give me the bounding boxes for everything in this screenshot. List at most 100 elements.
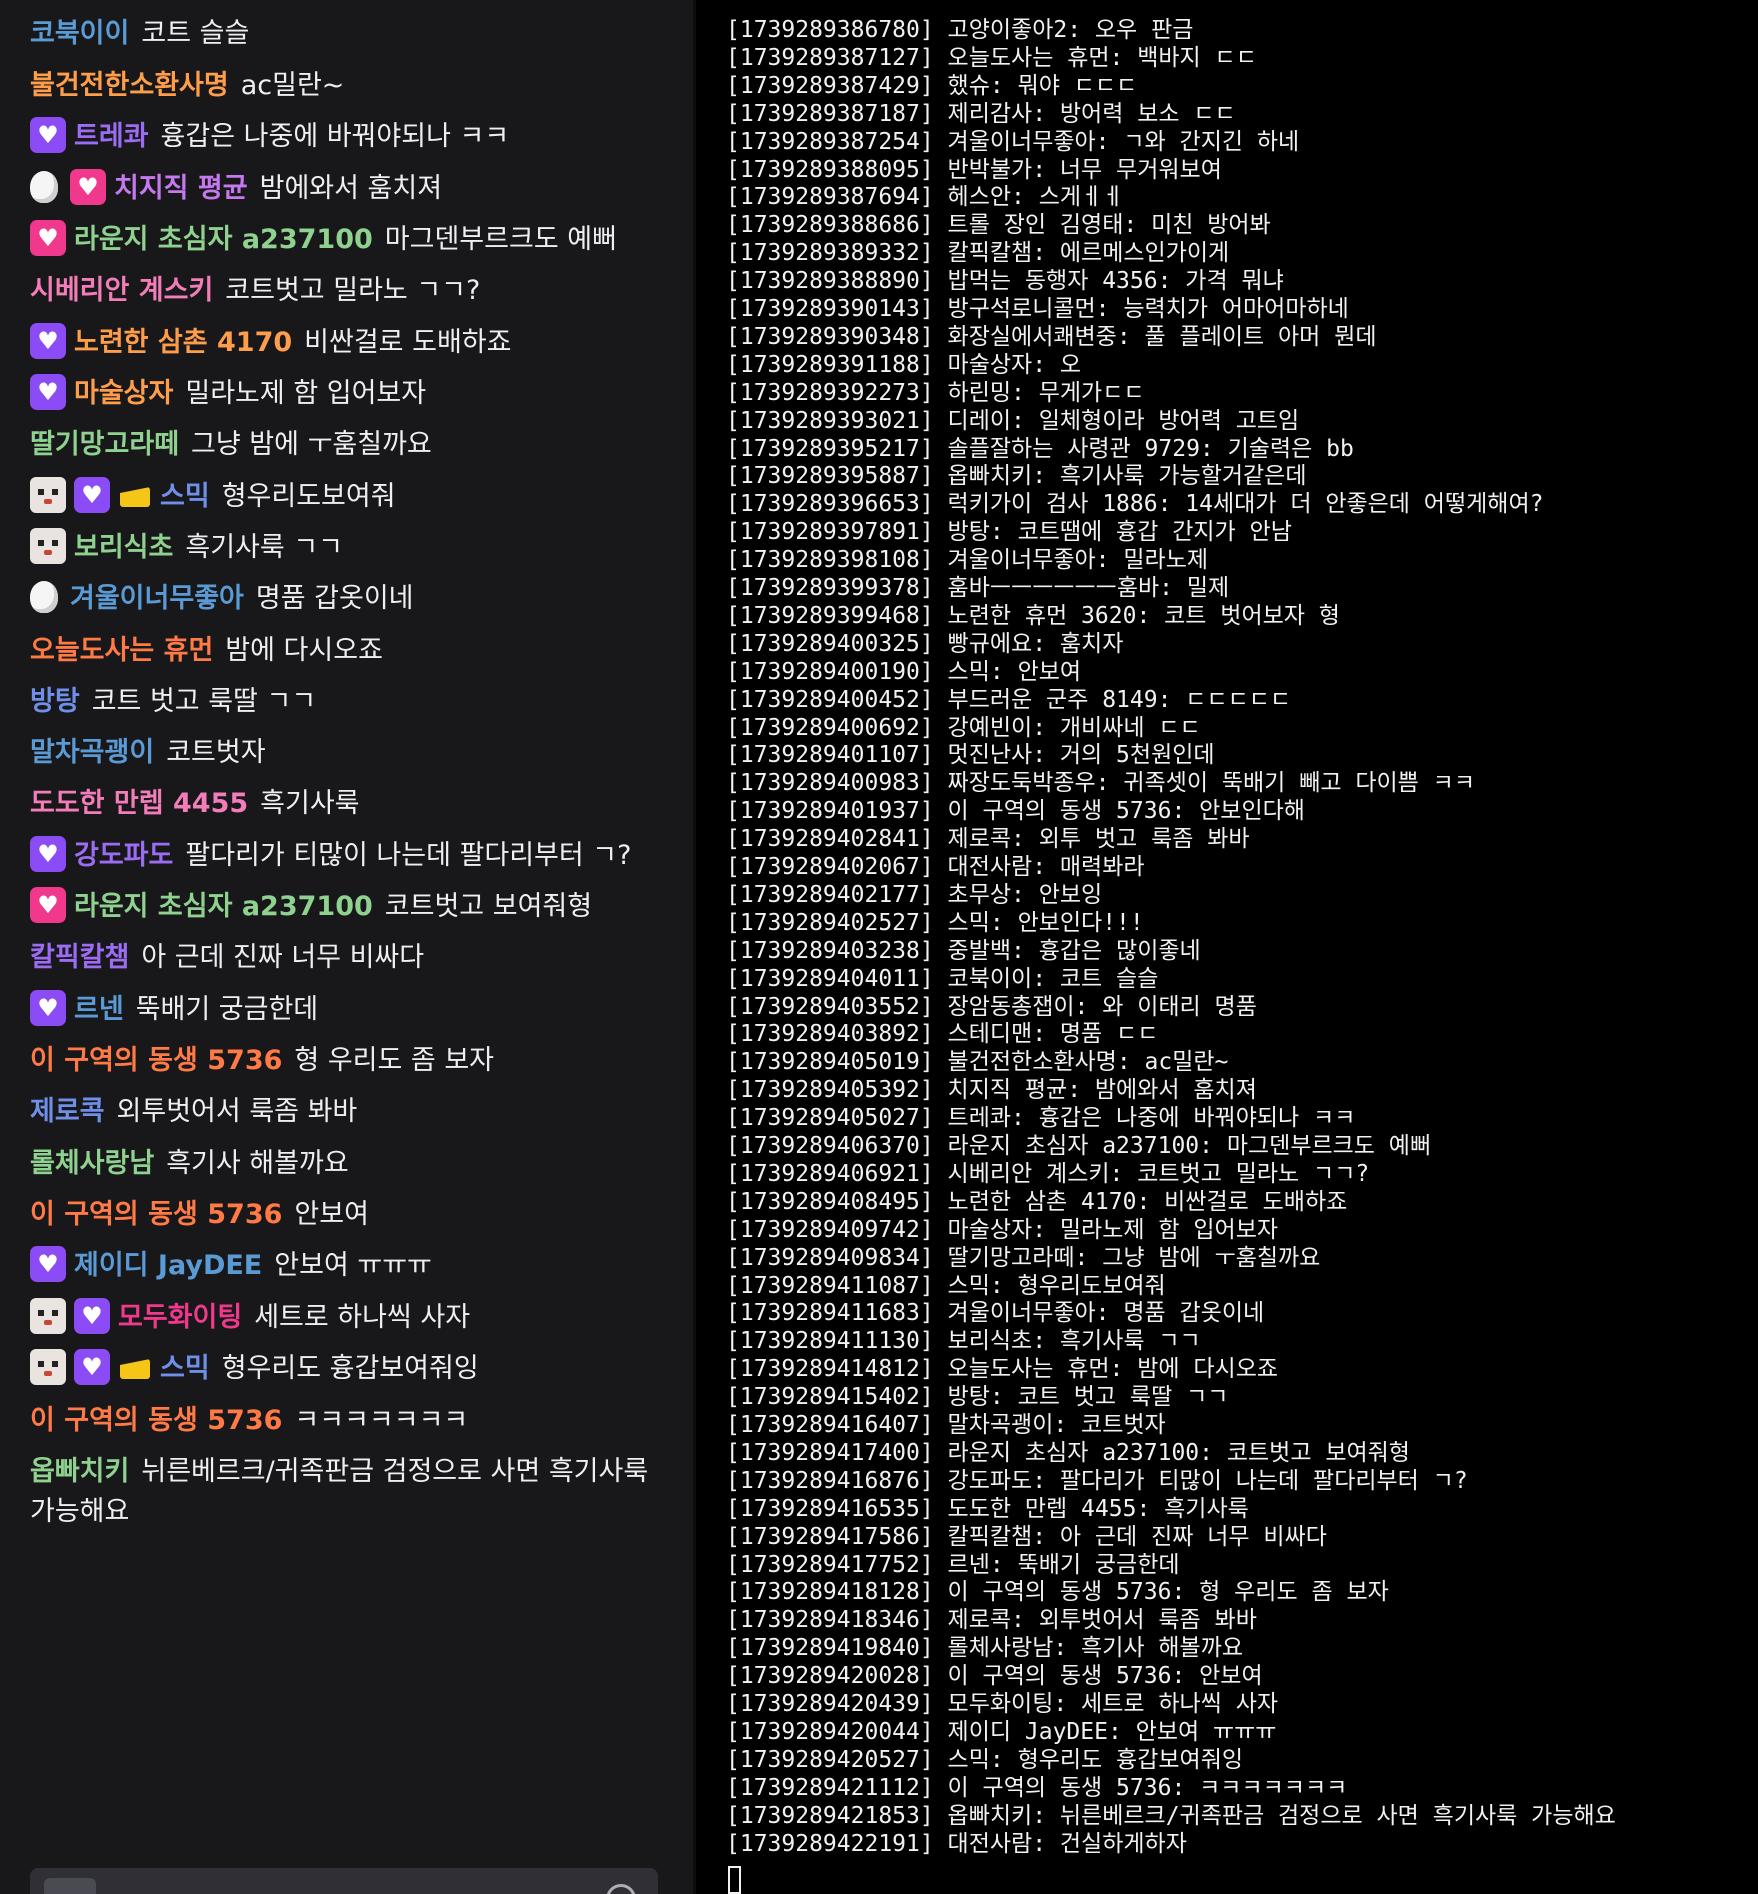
terminal-line: [1739289404011] 코북이이: 코트 슬슬 [726, 965, 1159, 992]
chat-message: 옵빠치키 뉘른베르크/귀족판금 검정으로 사면 흑기사룩 가능해요 [30, 1452, 670, 1532]
chat-message-text: 형우리도 흉갑보여줘잉 [221, 1353, 479, 1384]
chat-message: 칼픽칼챔 아 근데 진짜 너무 비싸다 [30, 938, 670, 978]
terminal-line: [1739289405027] 트레콰: 흉갑은 나중에 바꿔야되나 ㅋㅋ [726, 1105, 1356, 1132]
terminal-line: [1739289399378] 훔바ㅡㅡㅡㅡㅡㅡ훔바: 밀제 [726, 575, 1230, 601]
terminal-line: [1739289420028] 이 구역의 동생 5736: 안보여 [726, 1663, 1263, 1690]
egg-badge-icon [30, 581, 58, 613]
chat-username[interactable]: 시베리안 계스키 [30, 275, 213, 306]
terminal-line: [1739289399468] 노련한 휴먼 3620: 코트 벗어보자 형 [726, 602, 1340, 629]
terminal-panel[interactable]: [1739289386780] 고양이좋아2: 오우 판금 [1739289387… [696, 0, 1758, 1894]
terminal-line: [1739289411683] 겨울이너무좋아: 명품 갑옷이네 [726, 1300, 1265, 1327]
chat-message: ♥ 모두화이팅 세트로 하나씩 사자 [30, 1298, 670, 1338]
chat-username[interactable]: 이 구역의 동생 5736 [30, 1045, 282, 1076]
heart-icon: ♥ [77, 173, 99, 201]
heart-icon: ♥ [81, 1353, 103, 1381]
chat-username[interactable]: 말차곡괭이 [30, 737, 154, 768]
chat-message-text: 명품 갑옷이네 [255, 583, 414, 614]
heart-icon: ♥ [37, 121, 59, 149]
chat-username[interactable]: 마술상자 [74, 378, 173, 409]
cheese-wedge [120, 1359, 150, 1379]
terminal-line: [1739289417400] 라운지 초심자 a237100: 코트벗고 보여… [726, 1439, 1410, 1466]
terminal-line: [1739289417752] 르넨: 뚝배기 궁금한데 [726, 1551, 1180, 1578]
chat-message-text: 코트벗고 밀라노 ㄱㄱ? [225, 275, 481, 306]
terminal-line: [1739289387127] 오늘도사는 휴먼: 백바지 ㄷㄷ [726, 44, 1257, 71]
terminal-line: [1739289406921] 시베리안 계스키: 코트벗고 밀라노 ㄱㄱ? [726, 1160, 1370, 1187]
chat-username[interactable]: 강도파도 [74, 840, 173, 871]
subscriber-heart-icon: ♥ [74, 1298, 110, 1334]
chat-username[interactable]: 제이디 JayDEE [74, 1250, 262, 1281]
chat-message-text: 흉갑은 나중에 바꿔야되나 ㅋㅋ [160, 121, 510, 152]
terminal-line: [1739289405392] 치지직 평균: 밤에와서 훔치져 [726, 1077, 1257, 1104]
terminal-line: [1739289390348] 화장실에서쾌변중: 풀 플레이트 아머 뭔데 [726, 323, 1377, 350]
chat-username[interactable]: 옵빠치키 [30, 1456, 129, 1487]
chat-message: ♥ 마술상자 밀라노제 함 입어보자 [30, 374, 670, 414]
chat-message-text: 코트벗자 [166, 737, 266, 768]
chat-username[interactable]: 보리식초 [74, 532, 173, 563]
chat-username[interactable]: 불건전한소환사명 [30, 70, 229, 101]
chat-message-text: 코트 슬슬 [141, 18, 250, 49]
chat-message: ♥ 스믹 형우리도보여줘 [30, 477, 670, 517]
terminal-line: [1739289392273] 하린밍: 무게가ㄷㄷ [726, 379, 1145, 406]
chat-username[interactable]: 르넨 [74, 994, 124, 1025]
chat-username[interactable]: 제로콕 [30, 1096, 105, 1127]
terminal-line: [1739289396653] 럭키가이 검사 1886: 14세대가 더 안좋… [726, 491, 1544, 518]
chat-username[interactable]: 방탕 [30, 686, 80, 717]
chat-message: 코북이이 코트 슬슬 [30, 14, 670, 54]
chat-username[interactable]: 롤체사랑남 [30, 1148, 154, 1179]
chat-username[interactable]: 스믹 [160, 1353, 210, 1384]
cheese-badge-icon [118, 477, 152, 513]
terminal-line: [1739289416876] 강도파도: 팔다리가 티많이 나는데 팔다리부터… [726, 1467, 1468, 1494]
chat-message-text: 비싼걸로 도배하죠 [304, 327, 512, 358]
chat-message: 보리식초 흑기사룩 ㄱㄱ [30, 528, 670, 568]
chat-message: 롤체사랑남 흑기사 해볼까요 [30, 1144, 670, 1184]
chat-message-text: 세트로 하나씩 사자 [254, 1302, 471, 1333]
chat-username[interactable]: 칼픽칼챔 [30, 942, 129, 973]
emote-icon[interactable] [606, 1884, 636, 1894]
terminal-line: [1739289402841] 제로콕: 외투 벗고 룩좀 봐바 [726, 826, 1250, 853]
chat-message-text: 팔다리가 티많이 나는데 팔다리부터 ㄱ? [185, 840, 632, 871]
chat-username[interactable]: 도도한 만렙 4455 [30, 788, 248, 819]
terminal-line: [1739289401937] 이 구역의 동생 5736: 안보인다해 [726, 798, 1305, 825]
chat-message: 말차곡괭이 코트벗자 [30, 733, 670, 773]
terminal-line: [1739289403892] 스테디맨: 명품 ㄷㄷ [726, 1021, 1159, 1048]
terminal-line: [1739289402177] 초무상: 안보잉 [726, 881, 1103, 908]
chat-username[interactable]: 노련한 삼촌 4170 [74, 327, 292, 358]
chat-username[interactable]: 코북이이 [30, 18, 129, 49]
heart-icon: ♥ [37, 327, 59, 355]
terminal-line: [1739289409834] 딸기망고라떼: 그냥 밤에 ㅜ훔칠까요 [726, 1244, 1321, 1271]
chat-message-text: 흑기사 해볼까요 [166, 1148, 349, 1179]
subscriber-heart-icon: ♥ [30, 220, 66, 256]
chat-message: 겨울이너무좋아 명품 갑옷이네 [30, 579, 670, 619]
chat-username[interactable]: 이 구역의 동생 5736 [30, 1199, 282, 1230]
terminal-line: [1739289402067] 대전사람: 매력봐라 [726, 854, 1145, 880]
terminal-line: [1739289405019] 불건전한소환사명: ac밀란~ [726, 1049, 1229, 1076]
chat-username[interactable]: 라운지 초심자 a237100 [74, 224, 373, 255]
terminal-line: [1739289403552] 장암동총잽이: 와 이태리 명품 [726, 993, 1257, 1020]
subscriber-heart-icon: ♥ [30, 990, 66, 1026]
chat-message-text: 아 근데 진짜 너무 비싸다 [141, 942, 425, 973]
chat-username[interactable]: 스믹 [160, 481, 210, 512]
chat-username[interactable]: 이 구역의 동생 5736 [30, 1405, 282, 1436]
egg-badge-icon [30, 171, 58, 203]
terminal-line: [1739289420439] 모두화이팅: 세트로 하나씩 사자 [726, 1691, 1279, 1717]
chat-message-text: 형우리도보여줘 [221, 481, 396, 512]
chat-message-text: 외투벗어서 룩좀 봐바 [116, 1096, 358, 1127]
terminal-line: [1739289418346] 제로콕: 외투벗어서 룩좀 봐바 [726, 1607, 1257, 1634]
chat-message: 시베리안 계스키 코트벗고 밀라노 ㄱㄱ? [30, 271, 670, 311]
chat-input[interactable] [30, 1868, 658, 1894]
chat-username[interactable]: 모두화이팅 [118, 1302, 242, 1333]
terminal-line: [1739289414812] 오늘도사는 휴먼: 밤에 다시오죠 [726, 1356, 1279, 1383]
chat-username[interactable]: 트레콰 [74, 121, 149, 152]
chat-username[interactable]: 딸기망고라떼 [30, 429, 179, 460]
chat-username[interactable]: 라운지 초심자 a237100 [74, 891, 373, 922]
chat-username[interactable]: 오늘도사는 휴먼 [30, 635, 213, 666]
chat-message-text: 안보여 ㅠㅠㅠ [274, 1250, 432, 1281]
chat-message-text: 그냥 밤에 ㅜ훔칠까요 [191, 429, 432, 460]
chat-username[interactable]: 겨울이너무좋아 [70, 583, 244, 614]
terminal-line: [1739289422191] 대전사람: 건실하게하자 [726, 1830, 1187, 1857]
chat-message: 도도한 만렙 4455 흑기사룩 [30, 784, 670, 824]
terminal-line: [1739289387694] 헤스안: 스게ㅔㅔ [726, 184, 1124, 211]
terminal-line: [1739289406370] 라운지 초심자 a237100: 마그덴부르크도… [726, 1133, 1432, 1159]
chat-username[interactable]: 치지직 평균 [114, 173, 248, 204]
chat-input-avatar [44, 1878, 96, 1894]
